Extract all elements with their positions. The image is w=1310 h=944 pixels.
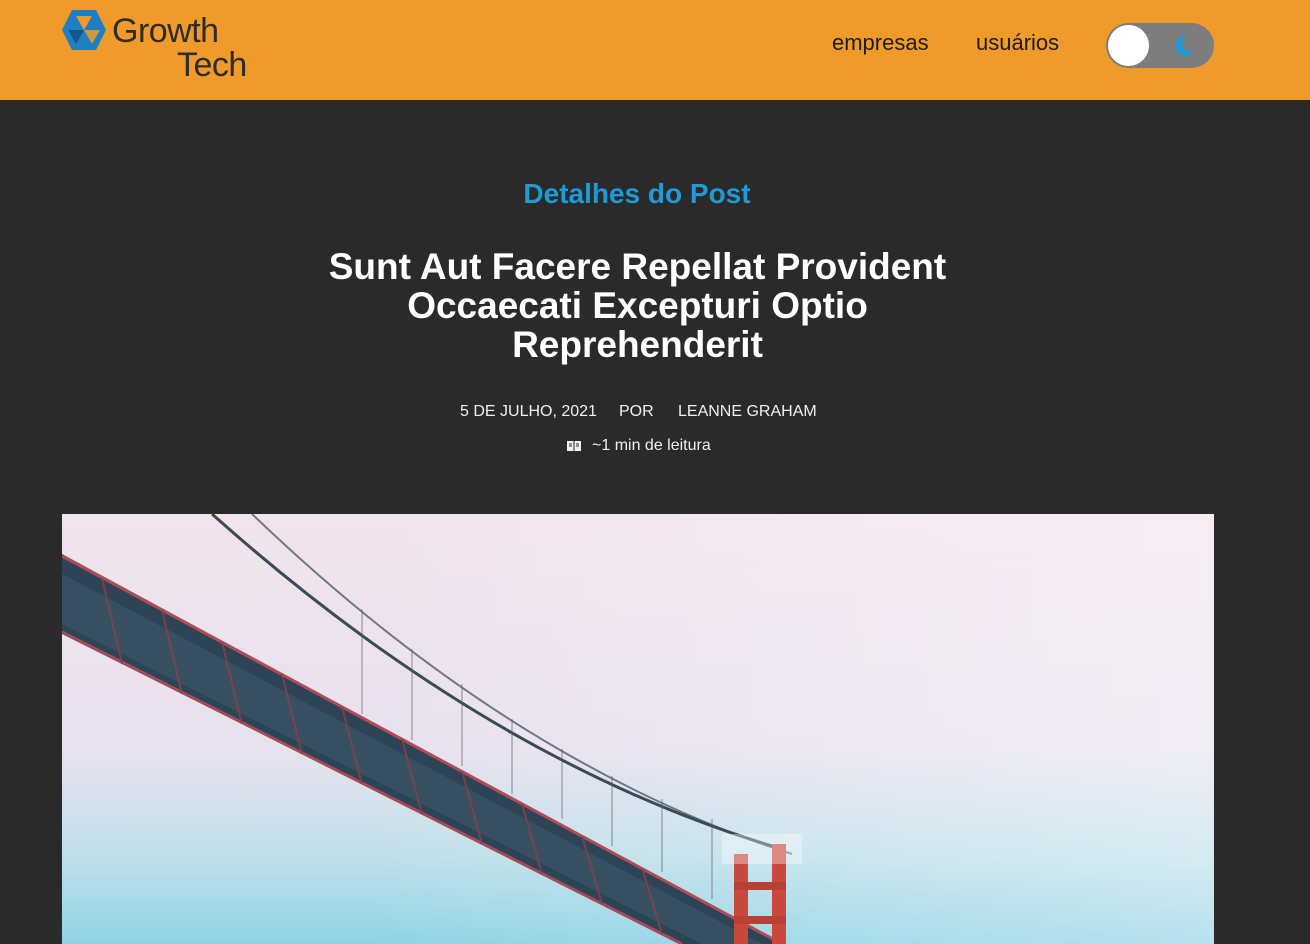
reading-time: ~1 min de leitura	[566, 437, 711, 455]
reading-time-text: ~1 min de leitura	[592, 437, 711, 454]
book-icon	[567, 441, 581, 452]
toggle-knob	[1108, 25, 1149, 66]
post-title: Sunt Aut Facere Repellat Provident Occae…	[328, 246, 947, 365]
site-header: Growth Tech empresas usuários	[0, 0, 1310, 100]
nav-usuarios[interactable]: usuários	[976, 30, 1059, 56]
page-title: Detalhes do Post	[523, 178, 751, 210]
moon-icon	[1175, 35, 1194, 56]
logo-text-tech: Tech	[177, 46, 247, 84]
post-by-label: POR	[619, 403, 654, 420]
post-author: LEANNE GRAHAM	[678, 403, 817, 420]
nav-empresas[interactable]: empresas	[832, 30, 929, 56]
growthtech-logo-icon	[62, 10, 106, 50]
post-date: 5 DE JULHO, 2021	[460, 403, 597, 420]
post-hero-image	[62, 514, 1214, 944]
logo-link[interactable]: Growth Tech	[62, 10, 252, 84]
logo-text-growth: Growth	[112, 12, 219, 50]
theme-toggle[interactable]	[1106, 23, 1214, 68]
